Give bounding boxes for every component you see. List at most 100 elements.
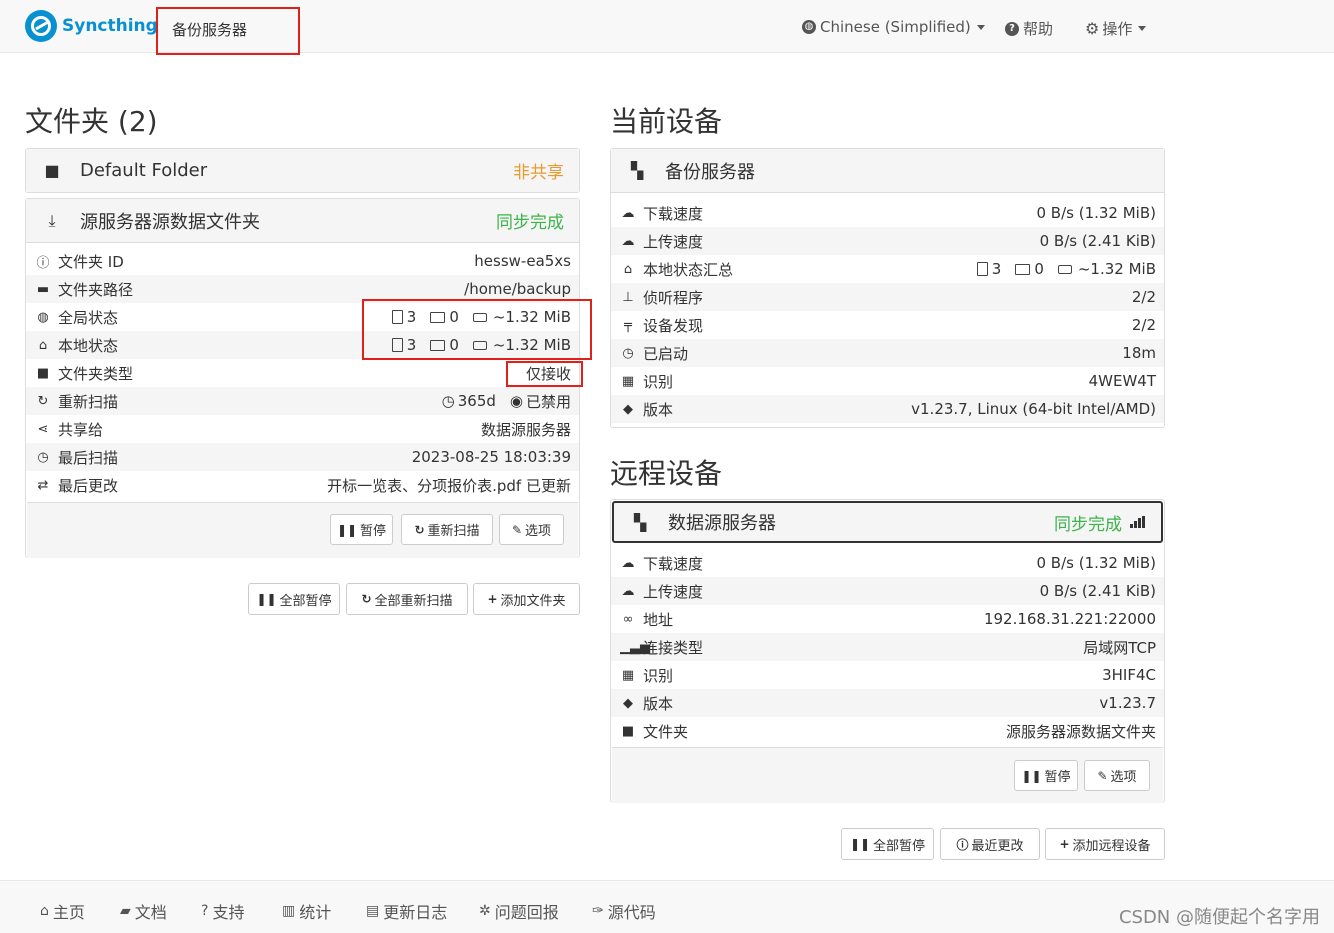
row-label: 上传速度 bbox=[643, 582, 704, 601]
add-remote-device-button[interactable]: + 添加远程设备 bbox=[1045, 828, 1165, 860]
wrench-icon: ✑ bbox=[592, 903, 604, 919]
watch-status: 已禁用 bbox=[525, 392, 571, 411]
device-header[interactable]: ▚ 数据源服务器 同步完成 bbox=[612, 501, 1163, 543]
sitemap-icon: ⊥ bbox=[622, 289, 634, 305]
row-value: v1.23.7, Linux (64-bit Intel/AMD) bbox=[911, 400, 1156, 418]
device-status: 同步完成 bbox=[1054, 514, 1122, 535]
footer-link-changelog[interactable]: ▤ 更新日志 bbox=[366, 899, 447, 923]
device-id-link[interactable]: 3HIF4C bbox=[1102, 666, 1156, 684]
plus-icon: + bbox=[487, 592, 498, 606]
folder-icon: ■ bbox=[44, 161, 60, 180]
folder-panel-footer: ❚❚ 暂停 ↻ 重新扫描 ✎ 选项 bbox=[27, 502, 578, 558]
help-label: 帮助 bbox=[1023, 20, 1054, 38]
folders-heading: 文件夹 (2) bbox=[25, 105, 158, 138]
device-row-local-summary: ⌂ 本地状态汇总 3 0 ~1.32 MiB bbox=[611, 255, 1164, 283]
file-text-icon: ▤ bbox=[366, 903, 380, 919]
row-label: 地址 bbox=[643, 610, 674, 629]
add-folder-button[interactable]: + 添加文件夹 bbox=[473, 583, 580, 615]
device-row-download: ☁ 下载速度 0 B/s (1.32 MiB) bbox=[611, 199, 1164, 227]
footer-link-label: 主页 bbox=[52, 903, 85, 922]
refresh-icon: ↻ bbox=[37, 393, 49, 409]
gear-icon: ⚙ bbox=[1085, 19, 1100, 38]
download-icon: ⤓ bbox=[48, 210, 56, 230]
footer-link-support[interactable]: ? 支持 bbox=[201, 899, 244, 923]
footer-link-source[interactable]: ✑ 源代码 bbox=[592, 899, 656, 923]
help-menu[interactable]: ? 帮助 bbox=[1005, 18, 1053, 39]
remote-row-folders: ■ 文件夹 源服务器源数据文件夹 bbox=[611, 717, 1164, 745]
options-button[interactable]: ✎ 选项 bbox=[499, 514, 564, 545]
tag-icon: ◆ bbox=[623, 401, 633, 417]
remote-row-download: ☁ 下载速度 0 B/s (1.32 MiB) bbox=[611, 549, 1164, 577]
qrcode-icon: ▦ bbox=[621, 373, 635, 389]
clock-icon: ◷ bbox=[441, 392, 455, 410]
eye-slash-icon: ◉ bbox=[509, 392, 523, 410]
book-icon: ▰ bbox=[120, 903, 131, 919]
pause-icon: ❚❚ bbox=[849, 837, 871, 851]
row-value: 0 B/s (1.32 MiB) bbox=[1036, 554, 1156, 572]
footer-link-label: 问题回报 bbox=[494, 903, 559, 922]
brand[interactable]: Syncthing bbox=[25, 10, 158, 42]
row-value: 源服务器源数据文件夹 bbox=[1005, 722, 1156, 741]
row-value: v1.23.7 bbox=[1099, 694, 1156, 712]
folder-panel-default[interactable]: ■ Default Folder 非共享 bbox=[25, 148, 580, 193]
tag-icon: ◆ bbox=[623, 695, 633, 711]
folder-name: Default Folder bbox=[80, 160, 208, 181]
language-dropdown[interactable]: ◍ Chinese (Simplified) bbox=[802, 18, 985, 36]
remote-row-version: ◆ 版本 v1.23.7 bbox=[611, 689, 1164, 717]
globe-icon: ◍ bbox=[802, 20, 816, 34]
footer-link-bugs[interactable]: ✲ 问题回报 bbox=[479, 899, 559, 923]
folder-header[interactable]: ⤓ 源服务器源数据文件夹 同步完成 bbox=[26, 199, 579, 243]
footer-link-label: 更新日志 bbox=[383, 903, 448, 922]
row-value: 2/2 bbox=[1131, 288, 1156, 306]
pause-label: 暂停 bbox=[360, 524, 387, 539]
folder-panel-source[interactable]: ⤓ 源服务器源数据文件夹 同步完成 ⓘ 文件夹 ID hessw-ea5xs ▬… bbox=[25, 198, 580, 558]
folder-header[interactable]: ■ Default Folder 非共享 bbox=[26, 149, 579, 192]
row-value: 18m bbox=[1122, 344, 1156, 362]
rescan-all-button[interactable]: ↻ 全部重新扫描 bbox=[346, 583, 468, 615]
folder-row-last-change: ⇄ 最后更改 开标一览表、分项报价表.pdf 已更新 bbox=[26, 471, 579, 499]
footer-bar: ⌂ 主页 ▰ 文档 ? 支持 ▥ 统计 ▤ 更新日志 ✲ 问题回报 ✑ 源代码 CSDN @随… bbox=[0, 880, 1334, 933]
options-label: 选项 bbox=[1110, 770, 1137, 785]
actions-dropdown[interactable]: ⚙ 操作 bbox=[1085, 18, 1147, 39]
chevron-down-icon bbox=[976, 24, 985, 30]
row-value: 开标一览表、分项报价表.pdf 已更新 bbox=[327, 476, 571, 495]
row-label: 下载速度 bbox=[643, 554, 704, 573]
device-row-discovery: ╤ 设备发现 2/2 bbox=[611, 311, 1164, 339]
folder-icon bbox=[1015, 263, 1031, 275]
device-header[interactable]: ▚ 备份服务器 bbox=[611, 149, 1164, 193]
row-value: 3 0 ~1.32 MiB bbox=[976, 260, 1156, 278]
pause-all-devices-button[interactable]: ❚❚ 全部暂停 bbox=[841, 828, 934, 860]
footer-link-label: 统计 bbox=[299, 903, 332, 922]
remote-device-panel[interactable]: ▚ 数据源服务器 同步完成 ☁ 下载速度 0 B/s (1.32 MiB) ☁ … bbox=[610, 499, 1165, 803]
row-value: 局域网TCP bbox=[1083, 638, 1156, 657]
device-name: 备份服务器 bbox=[665, 161, 755, 183]
device-identicon-icon: ▚ bbox=[633, 512, 647, 532]
row-label: 本地状态 bbox=[58, 336, 119, 355]
rescan-label: 重新扫描 bbox=[427, 524, 480, 539]
dir-count: 0 bbox=[1034, 260, 1044, 278]
pause-all-folders-button[interactable]: ❚❚ 全部暂停 bbox=[248, 583, 340, 615]
this-device-panel[interactable]: ▚ 备份服务器 ☁ 下载速度 0 B/s (1.32 MiB) ☁ 上传速度 0… bbox=[610, 148, 1165, 428]
rescan-button[interactable]: ↻ 重新扫描 bbox=[401, 514, 493, 545]
pause-button[interactable]: ❚❚ 暂停 bbox=[1014, 760, 1078, 791]
footer-link-stats[interactable]: ▥ 统计 bbox=[282, 899, 331, 923]
row-label: 上传速度 bbox=[643, 232, 704, 251]
pause-all-label: 全部暂停 bbox=[873, 838, 926, 854]
recent-changes-button[interactable]: ⓘ 最近更改 bbox=[940, 828, 1040, 860]
row-value: 0 B/s (2.41 KiB) bbox=[1039, 582, 1156, 600]
hdd-icon bbox=[1057, 264, 1072, 274]
share-icon: ⋖ bbox=[37, 421, 49, 437]
folder-row-shared-with: ⋖ 共享给 数据源服务器 bbox=[26, 415, 579, 443]
row-label: 文件夹 ID bbox=[58, 252, 124, 271]
row-label: 版本 bbox=[643, 400, 674, 419]
options-button[interactable]: ✎ 选项 bbox=[1084, 760, 1150, 791]
row-label: 最后扫描 bbox=[58, 448, 119, 467]
footer-link-home[interactable]: ⌂ 主页 bbox=[40, 899, 85, 923]
row-label: 侦听程序 bbox=[643, 288, 704, 307]
folder-icon: ■ bbox=[36, 365, 50, 381]
footer-link-docs[interactable]: ▰ 文档 bbox=[120, 899, 167, 923]
file-count: 3 bbox=[991, 260, 1002, 278]
pause-button[interactable]: ❚❚ 暂停 bbox=[330, 514, 393, 545]
bar-chart-icon: ▥ bbox=[282, 903, 296, 919]
device-id-link[interactable]: 4WEW4T bbox=[1089, 372, 1156, 390]
